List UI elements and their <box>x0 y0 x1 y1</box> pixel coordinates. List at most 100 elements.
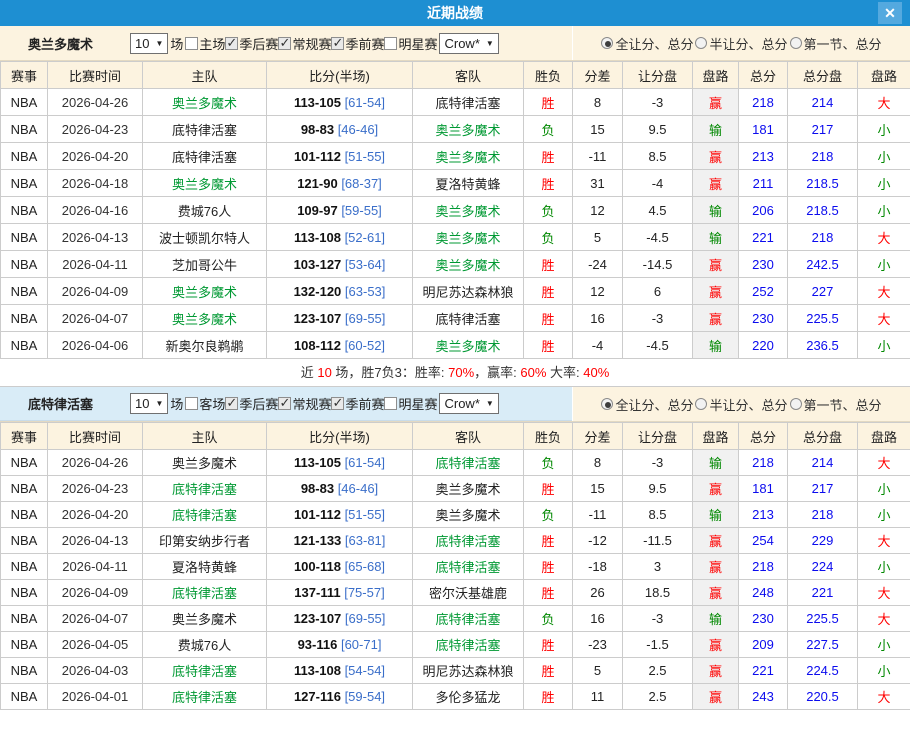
games-count-select[interactable]: 10▼ <box>130 33 168 54</box>
home-team-cell: 奥兰多魔术 <box>143 450 267 476</box>
results-table: 赛事比赛时间主队比分(半场)客队胜负分差让分盘盘路总分总分盘盘路NBA2026-… <box>0 61 910 359</box>
over-under-cell: 大 <box>858 450 910 476</box>
bet-type-radio-group: 全让分、总分半让分、总分第一节、总分 <box>572 387 910 421</box>
date-cell: 2026-04-11 <box>48 251 143 278</box>
total-line-cell: 224.5 <box>788 658 858 684</box>
score-cell: 93-116 [60-71] <box>267 632 413 658</box>
filter-checkbox[interactable]: 客场 <box>185 394 225 413</box>
point-diff-cell: -11 <box>573 502 623 528</box>
home-team-cell: 奥兰多魔术 <box>143 170 267 197</box>
handicap-cell: -4.5 <box>623 332 693 359</box>
filter-checkbox[interactable]: 季后赛 <box>225 394 278 413</box>
home-team-cell: 底特律活塞 <box>143 502 267 528</box>
handicap-cell: 18.5 <box>623 580 693 606</box>
result-cell: 胜 <box>524 89 573 116</box>
total-line-cell: 242.5 <box>788 251 858 278</box>
filter-checkbox[interactable]: 季前赛 <box>331 394 384 413</box>
home-team-cell: 印第安纳步行者 <box>143 528 267 554</box>
checkbox-label: 季后赛 <box>239 34 278 53</box>
date-cell: 2026-04-20 <box>48 143 143 170</box>
halftime-score: [54-54] <box>345 663 385 678</box>
series-select[interactable]: Crow*▼ <box>439 33 498 54</box>
handicap-cell: -3 <box>623 450 693 476</box>
filter-left: 奥兰多魔术10▼场主场季后赛常规赛季前赛明星赛Crow*▼ <box>0 26 572 60</box>
away-team-cell: 奥兰多魔术 <box>413 332 524 359</box>
away-team-cell: 底特律活塞 <box>413 554 524 580</box>
league-cell: NBA <box>1 143 48 170</box>
total-points-cell: 243 <box>739 684 788 710</box>
chevron-down-icon: ▼ <box>486 399 494 408</box>
handicap-cell: -4 <box>623 170 693 197</box>
halftime-score: [46-46] <box>338 122 378 137</box>
filter-checkbox[interactable]: 常规赛 <box>278 34 331 53</box>
close-button[interactable]: ✕ <box>878 2 902 24</box>
unchecked-checkbox-icon <box>384 37 397 50</box>
filter-checkbox[interactable]: 季后赛 <box>225 34 278 53</box>
halftime-score: [46-46] <box>338 481 378 496</box>
handicap-result-cell: 赢 <box>693 684 739 710</box>
away-team-cell: 奥兰多魔术 <box>413 476 524 502</box>
radio-option[interactable]: 全让分、总分 <box>601 395 693 414</box>
filter-checkbox[interactable]: 季前赛 <box>331 34 384 53</box>
date-cell: 2026-04-23 <box>48 116 143 143</box>
radio-label: 半让分、总分 <box>709 34 787 53</box>
away-team-cell: 奥兰多魔术 <box>413 116 524 143</box>
header-row: 赛事比赛时间主队比分(半场)客队胜负分差让分盘盘路总分总分盘盘路 <box>1 62 910 89</box>
halftime-score: [68-37] <box>341 176 381 191</box>
league-cell: NBA <box>1 89 48 116</box>
total-points-cell: 230 <box>739 606 788 632</box>
games-count-select[interactable]: 10▼ <box>130 393 168 414</box>
total-points-cell: 230 <box>739 251 788 278</box>
radio-option[interactable]: 第一节、总分 <box>790 34 882 53</box>
checked-checkbox-icon <box>278 397 291 410</box>
halftime-score: [52-61] <box>345 230 385 245</box>
filter-checkbox[interactable]: 常规赛 <box>278 394 331 413</box>
total-line-cell: 220.5 <box>788 684 858 710</box>
radio-option[interactable]: 全让分、总分 <box>601 34 693 53</box>
final-score: 98-83 <box>301 122 334 137</box>
handicap-cell: -1.5 <box>623 632 693 658</box>
column-header: 分差 <box>573 62 623 89</box>
total-points-cell: 221 <box>739 658 788 684</box>
handicap-cell: 8.5 <box>623 143 693 170</box>
total-line-cell: 214 <box>788 89 858 116</box>
point-diff-cell: -18 <box>573 554 623 580</box>
modal-title: 近期战绩 <box>0 0 910 26</box>
radio-icon <box>790 398 802 410</box>
filter-checkbox[interactable]: 明星赛 <box>384 394 437 413</box>
handicap-cell: 2.5 <box>623 658 693 684</box>
over-under-cell: 小 <box>858 632 910 658</box>
game-row: NBA2026-04-01底特律活塞127-116 [59-54]多伦多猛龙胜1… <box>1 684 910 710</box>
handicap-cell: 4.5 <box>623 197 693 224</box>
radio-label: 半让分、总分 <box>709 395 787 414</box>
column-header: 总分 <box>739 423 788 450</box>
league-cell: NBA <box>1 502 48 528</box>
radio-option[interactable]: 第一节、总分 <box>790 395 882 414</box>
game-row: NBA2026-04-09奥兰多魔术132-120 [63-53]明尼苏达森林狼… <box>1 278 910 305</box>
filter-left: 底特律活塞10▼场客场季后赛常规赛季前赛明星赛Crow*▼ <box>0 387 572 421</box>
handicap-result-cell: 赢 <box>693 554 739 580</box>
radio-option[interactable]: 半让分、总分 <box>695 34 787 53</box>
date-cell: 2026-04-20 <box>48 502 143 528</box>
away-team-cell: 奥兰多魔术 <box>413 143 524 170</box>
radio-option[interactable]: 半让分、总分 <box>695 395 787 414</box>
series-select[interactable]: Crow*▼ <box>439 393 498 414</box>
away-team-cell: 多伦多猛龙 <box>413 684 524 710</box>
league-cell: NBA <box>1 170 48 197</box>
game-row: NBA2026-04-11夏洛特黄蜂100-118 [65-68]底特律活塞胜-… <box>1 554 910 580</box>
date-cell: 2026-04-11 <box>48 554 143 580</box>
score-cell: 100-118 [65-68] <box>267 554 413 580</box>
game-row: NBA2026-04-05费城76人93-116 [60-71]底特律活塞胜-2… <box>1 632 910 658</box>
over-under-cell: 大 <box>858 224 910 251</box>
filter-checkbox[interactable]: 主场 <box>185 34 225 53</box>
over-under-cell: 小 <box>858 332 910 359</box>
halftime-score: [75-57] <box>344 585 384 600</box>
filter-checkbox[interactable]: 明星赛 <box>384 34 437 53</box>
over-under-cell: 小 <box>858 658 910 684</box>
handicap-result-cell: 赢 <box>693 580 739 606</box>
point-diff-cell: 26 <box>573 580 623 606</box>
total-line-cell: 225.5 <box>788 305 858 332</box>
result-cell: 胜 <box>524 554 573 580</box>
game-row: NBA2026-04-07奥兰多魔术123-107 [69-55]底特律活塞胜1… <box>1 305 910 332</box>
home-team-cell: 底特律活塞 <box>143 116 267 143</box>
